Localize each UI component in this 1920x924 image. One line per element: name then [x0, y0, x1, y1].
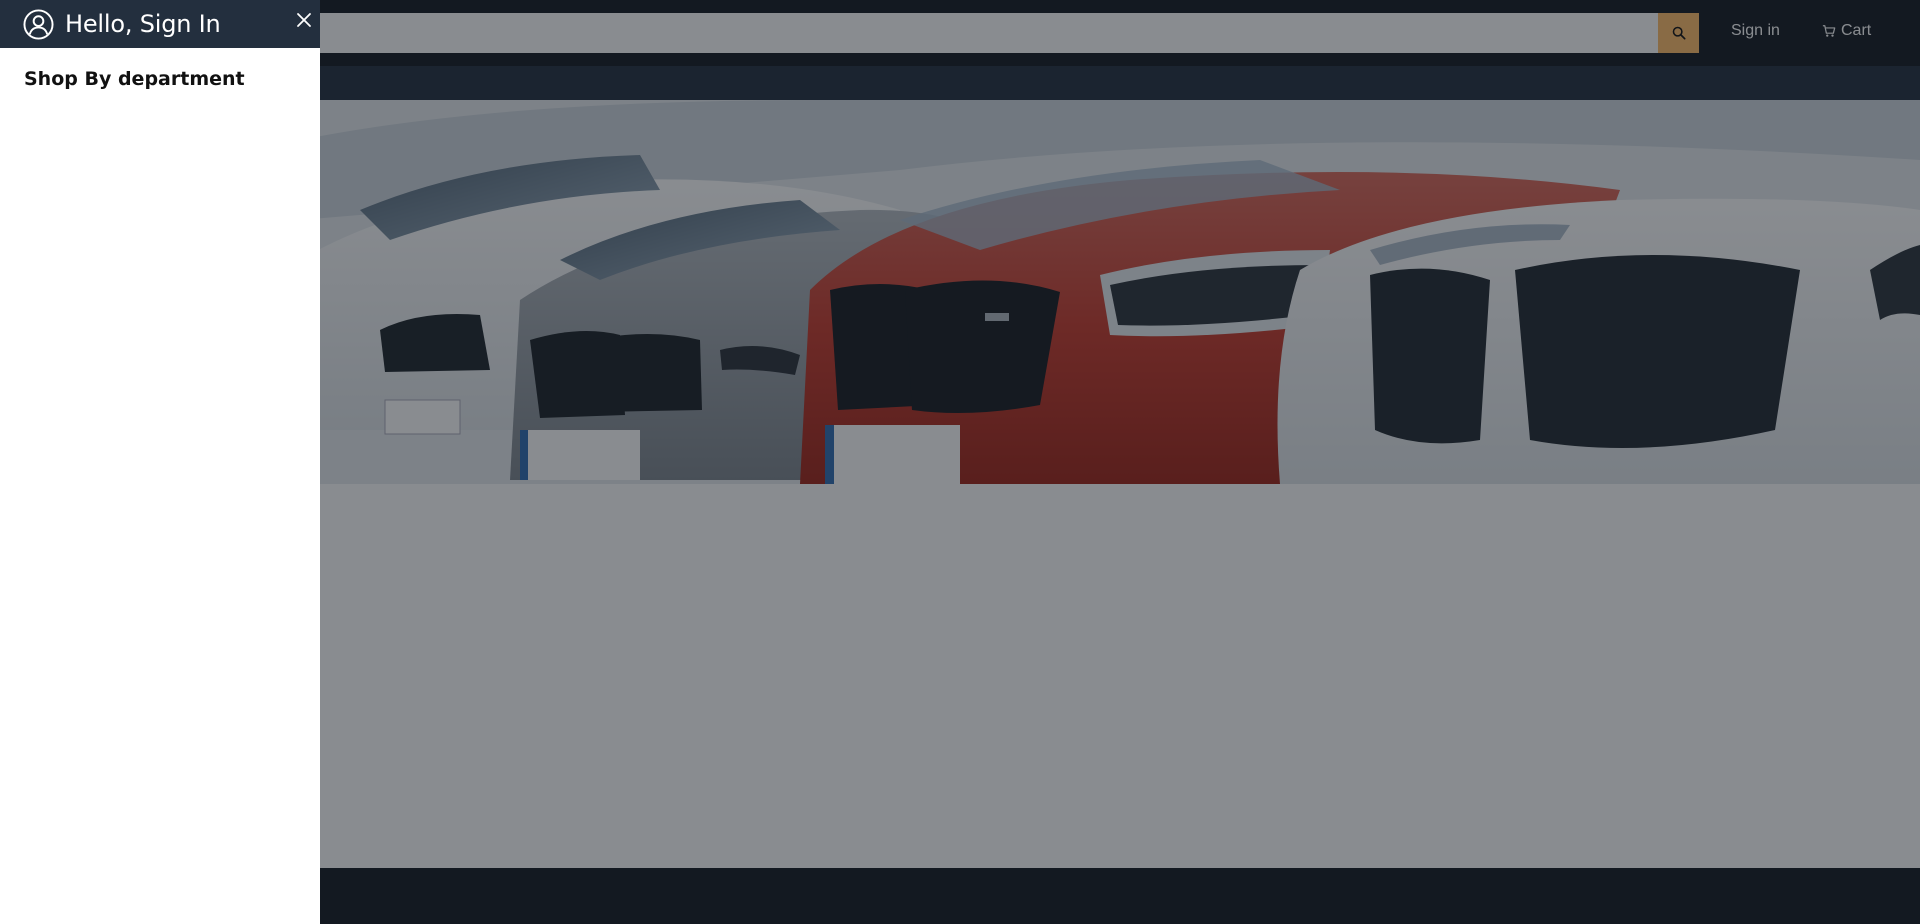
drawer-header: Hello, Sign In: [0, 0, 320, 48]
close-drawer-button[interactable]: [292, 8, 316, 32]
close-icon: [297, 13, 311, 27]
drawer-greeting: Hello, Sign In: [65, 10, 221, 38]
user-circle-icon: [23, 8, 54, 40]
side-drawer: Hello, Sign In Shop By department: [0, 0, 320, 924]
page: Sign in Cart: [0, 0, 1920, 924]
shop-by-department-heading: Shop By department: [24, 68, 245, 90]
